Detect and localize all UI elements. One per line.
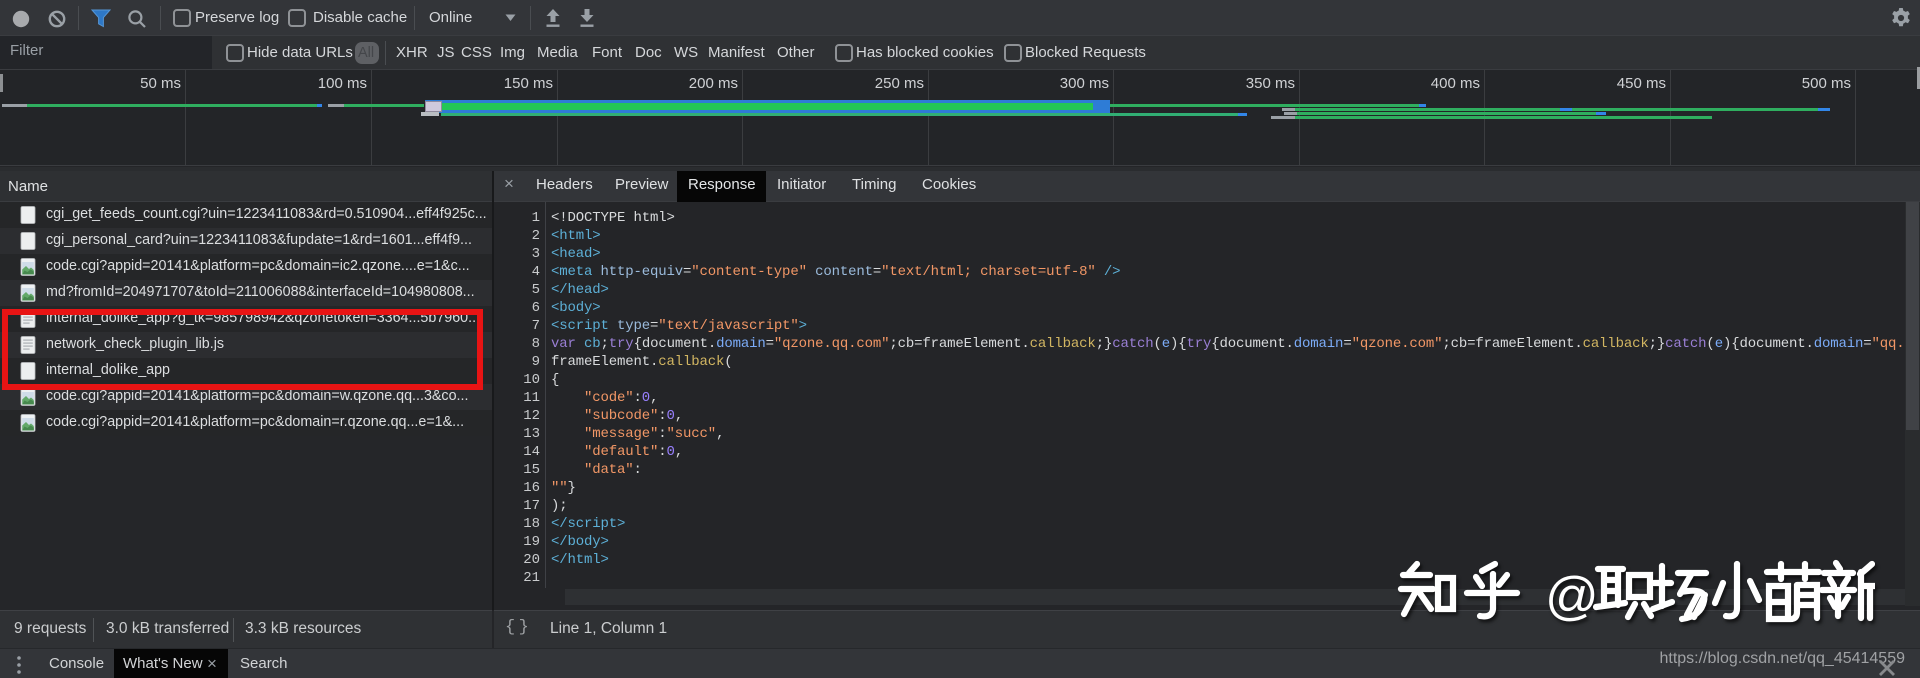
svg-text:@: @: [1545, 567, 1599, 626]
